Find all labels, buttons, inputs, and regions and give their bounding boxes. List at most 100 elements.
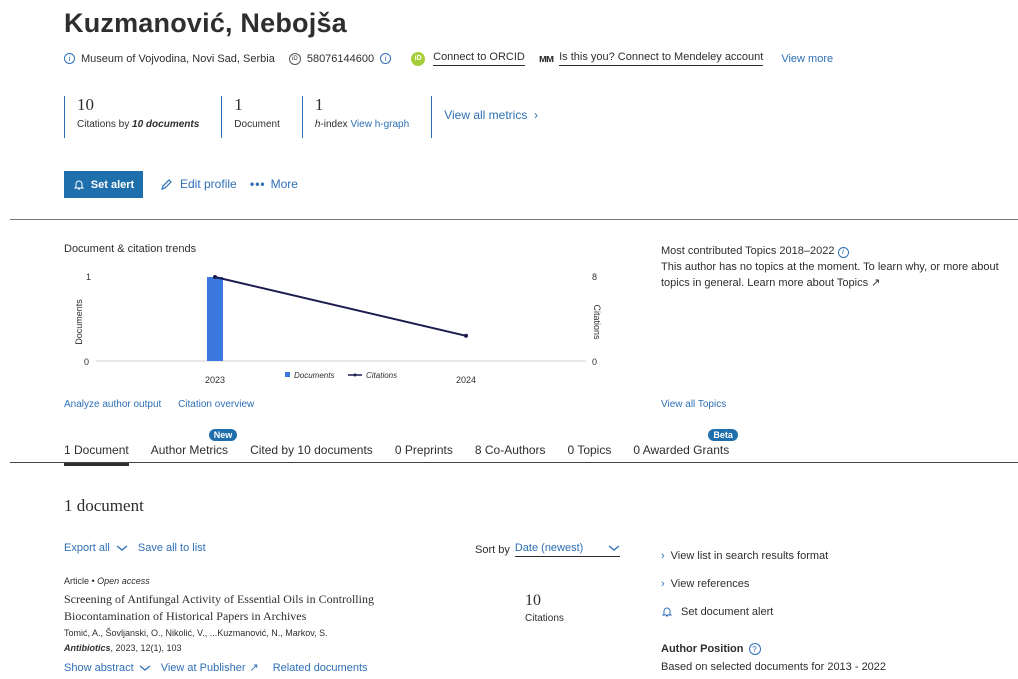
view-references-link[interactable]: › View references [661,570,828,598]
y-tick: 0 [84,357,89,367]
affiliation: i Museum of Vojvodina, Novi Sad, Serbia [64,53,275,65]
x-tick: 2023 [205,375,225,385]
chevron-down-icon [116,545,128,551]
analyze-author-output-link[interactable]: Analyze author output [64,399,161,410]
legend-citations-marker [353,373,357,377]
help-icon[interactable]: ? [748,643,761,655]
view-h-graph-link[interactable]: View h-graph [350,119,409,130]
legend-documents: Documents [294,371,334,380]
metric-value: 1 [314,95,324,114]
y2-tick: 0 [592,357,597,367]
set-alert-label: Set alert [90,178,135,191]
sort-row: Sort by Date (newest) [475,542,620,557]
more-button[interactable]: ••• More [250,177,298,191]
chevron-down-icon [139,664,151,671]
point-citations [213,275,217,279]
y-tick: 1 [86,272,91,282]
document-citations[interactable]: 10 Citations [525,592,564,624]
line-citations [214,276,467,337]
metric-label: h-index View h-graph [314,119,410,130]
metrics-bar: 10 Citations by 10 documents 1 Document … [64,96,538,138]
view-all-metrics[interactable]: View all metrics › [431,96,538,138]
tabs-divider [10,462,1018,463]
chevron-right-icon: › [530,108,539,122]
id-icon: iD [288,52,301,65]
document-type: Article • Open access [64,576,150,586]
beta-badge: Beta [708,429,738,441]
set-document-alert-link[interactable]: Set document alert [661,598,828,626]
chevron-down-icon [608,545,620,551]
chevron-right-icon: › [661,578,665,590]
scopus-id: iD 58076144600 i [288,52,397,65]
citations-label: Citations [525,613,564,624]
view-at-publisher-link[interactable]: View at Publisher [161,662,246,674]
author-position: Author Position? Based on selected docum… [661,643,886,673]
export-all-button[interactable]: Export all [64,542,110,554]
metric-value: 1 [234,95,243,114]
point-citations [464,333,468,338]
metric-label: Citations by 10 documents [77,119,200,130]
edit-profile-label: Edit profile [180,177,237,191]
documents-heading: 1 document [64,496,144,515]
orcid-icon: iD [411,51,426,66]
chevron-right-icon: › [661,550,665,562]
metric-h-index[interactable]: 1 h-index View h-graph [301,95,419,138]
related-documents-link[interactable]: Related documents [273,662,368,674]
author-position-text: Based on selected documents for 2013 - 2… [661,661,887,673]
metric-value: 10 [77,95,94,114]
external-link-icon: ↗ [871,277,881,289]
y2-tick: 8 [592,272,597,282]
info-icon[interactable]: i [64,53,75,64]
affiliation-text: Museum of Vojvodina, Novi Sad, Serbia [81,52,275,65]
document-title[interactable]: Screening of Antifungal Activity of Esse… [64,591,464,625]
sort-by-label: Sort by [475,543,510,556]
connect-mendeley[interactable]: ᴍᴍ Is this you? Connect to Mendeley acco… [539,51,764,66]
more-label: More [270,177,298,191]
bell-icon [661,607,673,617]
mendeley-icon: ᴍᴍ [538,52,554,65]
view-results-format-link[interactable]: › View list in search results format [661,542,828,570]
side-links: › View list in search results format › Vie… [661,542,828,626]
document-source: Antibiotics, 2023, 12(1), 103 [64,643,182,653]
sort-select[interactable]: Date (newest) [514,542,620,557]
document-authors: Tomić, A., Šovljanski, O., Nikolić, V., … [64,628,328,638]
info-icon[interactable]: i [837,246,849,258]
divider [10,219,1018,220]
author-position-title: Author Position? [661,643,886,655]
metric-citations[interactable]: 10 Citations by 10 documents [64,96,209,138]
show-abstract-button[interactable]: Show abstract [64,662,134,674]
author-meta-row: i Museum of Vojvodina, Novi Sad, Serbia … [64,51,847,66]
citation-overview-link[interactable]: Citation overview [178,399,254,410]
new-badge: New [208,429,238,441]
connect-orcid-link[interactable]: Connect to ORCID [433,51,525,66]
citations-count: 10 [525,592,541,609]
trends-title: Document & citation trends [64,243,197,255]
topics-text: This author has no topics at the moment.… [661,261,999,289]
metric-documents[interactable]: 1 Document [221,96,290,138]
legend-citations: Citations [366,371,397,380]
connect-orcid[interactable]: iD Connect to ORCID [411,51,525,66]
document-actions: Show abstract View at Publisher ↗ Relate… [64,661,464,675]
external-link-icon: ↗ [249,662,259,674]
trends-chart: 1 0 8 0 Documents Citations 2023 2024 Do… [74,272,602,385]
legend-documents-swatch [285,372,290,377]
x-tick: 2024 [456,375,476,385]
connect-mendeley-link[interactable]: Is this you? Connect to Mendeley account [559,51,764,66]
trends-links: Analyze author output Citation overview [64,399,254,410]
topics-title: Most contributed Topics 2018–2022 i [661,243,1006,259]
metric-label: Document [234,119,280,130]
sort-value: Date (newest) [514,542,584,554]
y-axis-label: Documents [74,299,84,345]
document-item: Article • Open access Screening of Antif… [64,576,464,674]
view-all-topics-link[interactable]: View all Topics [661,399,726,410]
ellipsis-icon: ••• [250,177,266,191]
set-alert-button[interactable]: Set alert [64,171,143,198]
topics-panel: Most contributed Topics 2018–2022 i This… [661,243,1006,291]
author-name: Kuzmanović, Nebojša [64,8,347,38]
bell-icon [73,180,84,189]
edit-profile-button[interactable]: Edit profile [160,177,237,191]
info-icon[interactable]: i [380,53,392,64]
view-all-metrics-link[interactable]: View all metrics [444,108,527,122]
save-all-to-list-link[interactable]: Save all to list [138,542,206,554]
view-more-link[interactable]: View more [781,53,833,65]
